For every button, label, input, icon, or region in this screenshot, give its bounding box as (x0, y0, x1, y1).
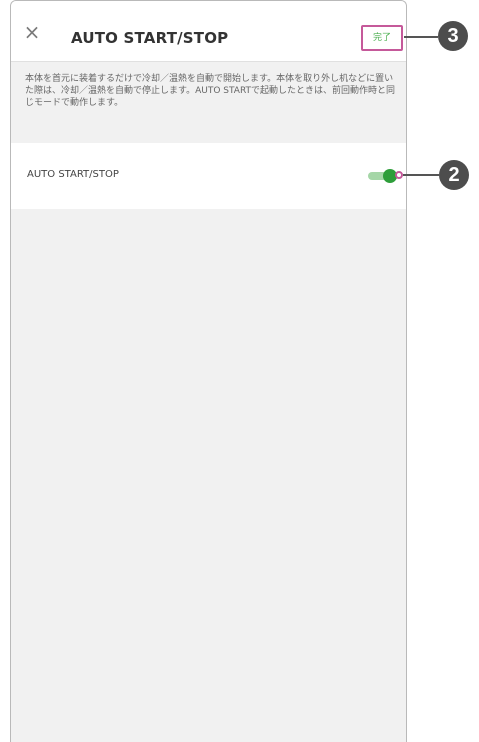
auto-start-stop-toggle[interactable] (368, 169, 398, 183)
page-title: AUTO START/STOP (71, 29, 229, 47)
setting-label: AUTO START/STOP (27, 169, 119, 180)
app-header: × AUTO START/STOP 完了 (11, 1, 406, 62)
description-text: 本体を首元に装着するだけで冷却／温熱を自動で開始します。本体を取り外し机などに置… (25, 74, 396, 108)
callout-line-3 (404, 36, 438, 38)
auto-start-stop-row: AUTO START/STOP (11, 143, 406, 209)
done-button[interactable]: 完了 (361, 25, 403, 51)
callout-badge-2: 2 (439, 160, 469, 190)
close-icon[interactable]: × (21, 21, 43, 43)
callout-dot-2 (395, 171, 403, 179)
phone-screen: × AUTO START/STOP 完了 本体を首元に装着するだけで冷却／温熱を… (10, 0, 407, 742)
callout-line-2 (403, 174, 439, 176)
callout-badge-3: 3 (438, 21, 468, 51)
